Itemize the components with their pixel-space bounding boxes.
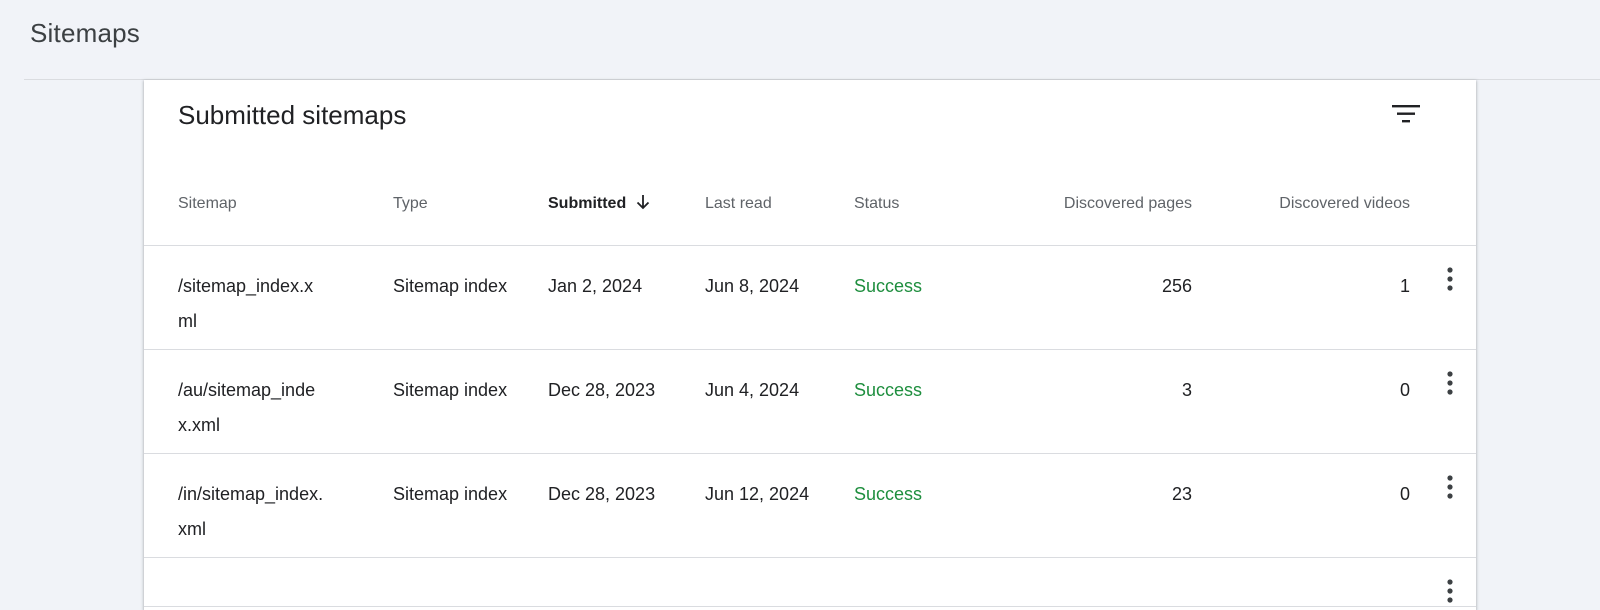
status-badge: Success	[854, 484, 923, 504]
cell-status: Success	[854, 245, 1004, 350]
cell-last-read: Jun 4, 2024	[705, 349, 854, 454]
more-options-button[interactable]	[1438, 370, 1462, 398]
cell-discovered-pages: 3	[1004, 349, 1192, 454]
table-row[interactable]: /in/sitemap_index.xml Sitemap index Dec …	[144, 453, 1476, 558]
card-title: Submitted sitemaps	[178, 100, 407, 130]
table-header-row: Sitemap Type Submitted Last read Status …	[144, 163, 1476, 246]
status-badge: Success	[854, 276, 923, 296]
cell-submitted: Jan 2, 2024	[548, 245, 705, 350]
cell-discovered-videos: 0	[1192, 453, 1410, 558]
column-header-discovered-pages[interactable]: Discovered pages	[1004, 163, 1192, 246]
cell-sitemap: /in/sitemap_index.xml	[144, 453, 393, 558]
more-vert-icon	[1447, 267, 1453, 291]
more-options-button[interactable]	[1438, 578, 1462, 606]
submitted-sitemaps-card: Submitted sitemaps Sitemap Type Submitte…	[144, 80, 1476, 610]
cell-last-read: Jun 12, 2024	[705, 453, 854, 558]
sitemaps-table: Sitemap Type Submitted Last read Status …	[144, 163, 1476, 607]
cell-last-read: Jun 8, 2024	[705, 245, 854, 350]
page-header: Sitemaps	[0, 0, 1600, 80]
arrow-down-icon	[634, 193, 652, 216]
table-row[interactable]: /sitemap_index.xml Sitemap index Jan 2, …	[144, 245, 1476, 350]
cell-sitemap: /sitemap_index.xml	[144, 245, 393, 350]
cell-type: Sitemap index	[393, 453, 548, 558]
column-header-submitted[interactable]: Submitted	[548, 163, 705, 246]
cell-discovered-videos: 1	[1192, 245, 1410, 350]
cell-status: Success	[854, 349, 1004, 454]
more-options-button[interactable]	[1438, 474, 1462, 502]
cell-submitted: Dec 28, 2023	[548, 349, 705, 454]
table-row[interactable]	[144, 557, 1476, 607]
more-options-button[interactable]	[1438, 266, 1462, 294]
column-header-sitemap[interactable]: Sitemap	[144, 163, 393, 246]
page-title: Sitemaps	[30, 18, 140, 48]
cell-discovered-pages: 23	[1004, 453, 1192, 558]
cell-type: Sitemap index	[393, 245, 548, 350]
cell-status: Success	[854, 453, 1004, 558]
table-row[interactable]: /au/sitemap_index.xml Sitemap index Dec …	[144, 349, 1476, 454]
filter-list-icon	[1392, 105, 1420, 123]
cell-submitted: Dec 28, 2023	[548, 453, 705, 558]
cell-discovered-pages: 256	[1004, 245, 1192, 350]
column-header-discovered-videos[interactable]: Discovered videos	[1192, 163, 1410, 246]
cell-discovered-videos: 0	[1192, 349, 1410, 454]
filter-button[interactable]	[1386, 98, 1426, 130]
more-vert-icon	[1447, 475, 1453, 499]
column-header-type[interactable]: Type	[393, 163, 548, 246]
more-vert-icon	[1447, 579, 1453, 603]
column-header-status[interactable]: Status	[854, 163, 1004, 246]
cell-type: Sitemap index	[393, 349, 548, 454]
cell-sitemap: /au/sitemap_index.xml	[144, 349, 393, 454]
status-badge: Success	[854, 380, 923, 400]
more-vert-icon	[1447, 371, 1453, 395]
column-header-last-read[interactable]: Last read	[705, 163, 854, 246]
